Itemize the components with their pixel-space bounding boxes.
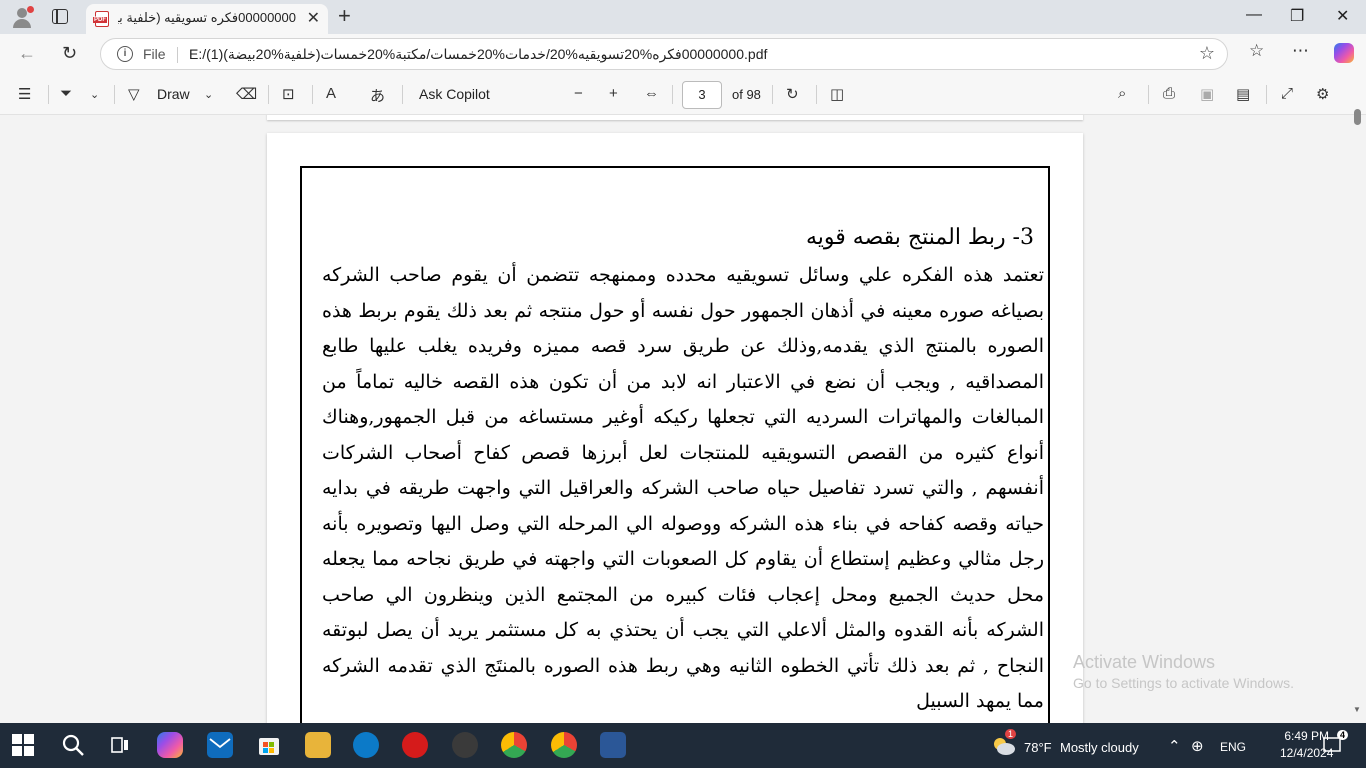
settings-gear-icon[interactable]: ⚙ bbox=[1316, 85, 1329, 103]
refresh-icon[interactable]: ↻ bbox=[62, 43, 77, 64]
translate-icon[interactable]: あ bbox=[370, 85, 385, 106]
contents-icon[interactable]: ☰ bbox=[18, 85, 31, 103]
copilot-taskbar-icon[interactable] bbox=[157, 732, 183, 758]
minimize-button[interactable]: — bbox=[1246, 6, 1262, 24]
page-count: of 98 bbox=[732, 87, 761, 102]
weather-badge: 1 bbox=[1005, 729, 1017, 739]
pdf-page: 3- ربط المنتج بقصه قويه تعتمد هذه الفكره… bbox=[267, 133, 1083, 723]
ask-copilot-button[interactable]: Ask Copilot bbox=[419, 86, 490, 102]
mail-icon[interactable] bbox=[207, 732, 233, 758]
word-icon[interactable] bbox=[600, 732, 626, 758]
profile-icon[interactable] bbox=[10, 6, 34, 28]
document-body: 3- ربط المنتج بقصه قويه تعتمد هذه الفكره… bbox=[322, 225, 1044, 720]
favorites-icon[interactable]: ☆ bbox=[1249, 41, 1264, 61]
activation-watermark: Activate Windows Go to Settings to activ… bbox=[1073, 652, 1294, 691]
task-view-icon[interactable] bbox=[107, 732, 133, 758]
zoom-out-icon[interactable]: − bbox=[574, 85, 583, 102]
taskbar: 1 78°F Mostly cloudy ⌃ ⊕ ENG 6:49 PM 12/… bbox=[0, 723, 1366, 768]
highlight-icon[interactable]: ⏷ bbox=[60, 85, 72, 102]
maximize-button[interactable]: ❐ bbox=[1290, 6, 1304, 26]
new-tab-button[interactable]: + bbox=[338, 3, 351, 29]
address-bar[interactable]: i File E:/(1)(خلفية%20بيضة)00000000فكره%… bbox=[100, 38, 1228, 70]
address-row: ← ↻ i File E:/(1)(خلفية%20بيضة)00000000ف… bbox=[0, 34, 1366, 74]
obs-icon[interactable] bbox=[452, 732, 478, 758]
text-box-icon[interactable]: ⊡ bbox=[282, 85, 295, 103]
search-taskbar-icon[interactable] bbox=[60, 732, 86, 758]
draw-dropdown-icon[interactable]: ⌄ bbox=[204, 88, 213, 101]
page-number-input[interactable]: 3 bbox=[682, 81, 722, 109]
title-bar: 00000000فكره تسويقيه (خلفية بيضاء) ✕ + —… bbox=[0, 0, 1366, 34]
pdf-viewer[interactable]: 3- ربط المنتج بقصه قويه تعتمد هذه الفكره… bbox=[0, 115, 1366, 723]
save-icon[interactable]: ▣ bbox=[1200, 85, 1214, 103]
tab-title: 00000000فكره تسويقيه (خلفية بيضاء) bbox=[118, 10, 296, 25]
search-icon[interactable]: ⌕ bbox=[1118, 85, 1126, 102]
rotate-icon[interactable]: ↻ bbox=[786, 85, 799, 103]
store-icon[interactable] bbox=[256, 732, 282, 758]
vertical-scrollbar[interactable]: ▲ ▼ bbox=[1348, 109, 1366, 723]
page-view-icon[interactable]: ◫ bbox=[830, 85, 844, 103]
chrome-icon[interactable] bbox=[551, 732, 577, 758]
notifications-count: 4 bbox=[1337, 730, 1349, 740]
tab-pdf[interactable]: 00000000فكره تسويقيه (خلفية بيضاء) ✕ bbox=[86, 4, 328, 34]
url-text[interactable]: E:/(1)(خلفية%20بيضة)00000000فكره%20تسويق… bbox=[189, 46, 767, 63]
section-paragraph: تعتمد هذه الفكره علي وسائل تسويقيه محدده… bbox=[322, 264, 1045, 712]
language-indicator[interactable]: ENG bbox=[1220, 740, 1246, 754]
windows-start-icon[interactable] bbox=[12, 734, 34, 756]
chevron-up-icon[interactable]: ⌃ bbox=[1168, 737, 1181, 755]
edge-browser-icon[interactable] bbox=[353, 732, 379, 758]
scheme-label: File bbox=[143, 46, 166, 62]
print-icon[interactable]: ⎙ bbox=[1163, 85, 1175, 102]
erase-icon[interactable]: ⌫ bbox=[236, 85, 257, 103]
close-button[interactable]: ✕ bbox=[1336, 6, 1349, 26]
network-icon[interactable]: ⊕ bbox=[1191, 737, 1204, 755]
pdf-icon bbox=[93, 11, 109, 27]
draw-icon[interactable]: ▽ bbox=[128, 85, 140, 103]
pdf-toolbar: ☰ ⏷ ⌄ ▽ Draw ⌄ ⌫ ⊡ A あ Ask Copilot − + ⇔… bbox=[0, 74, 1366, 115]
draw-button[interactable]: Draw bbox=[157, 86, 190, 102]
info-icon[interactable]: i bbox=[117, 46, 133, 62]
opera-icon[interactable] bbox=[402, 732, 428, 758]
watermark-title: Activate Windows bbox=[1073, 652, 1216, 672]
save-as-icon[interactable]: ▤ bbox=[1236, 85, 1250, 103]
copilot-icon[interactable] bbox=[1334, 43, 1354, 63]
more-options-icon[interactable]: ⋯ bbox=[1292, 41, 1309, 61]
scroll-thumb[interactable] bbox=[1354, 109, 1361, 125]
fit-page-icon[interactable]: ⇔ bbox=[644, 85, 659, 102]
zoom-in-icon[interactable]: + bbox=[609, 85, 618, 102]
chrome-profile-icon[interactable] bbox=[501, 732, 527, 758]
section-heading: 3- ربط المنتج بقصه قويه bbox=[806, 225, 1034, 250]
back-icon[interactable]: ← bbox=[18, 43, 36, 64]
highlight-dropdown-icon[interactable]: ⌄ bbox=[90, 88, 99, 101]
weather-temp[interactable]: 78°F bbox=[1024, 740, 1052, 755]
previous-page bbox=[267, 115, 1083, 120]
read-aloud-icon[interactable]: A bbox=[326, 85, 336, 102]
favorite-star-icon[interactable]: ☆ bbox=[1199, 43, 1215, 64]
tab-close-icon[interactable]: ✕ bbox=[307, 8, 320, 28]
weather-text[interactable]: Mostly cloudy bbox=[1060, 740, 1139, 755]
tab-actions-icon[interactable] bbox=[52, 9, 68, 24]
divider bbox=[177, 47, 178, 63]
fullscreen-icon[interactable]: ⤢ bbox=[1281, 85, 1293, 102]
watermark-subtitle: Go to Settings to activate Windows. bbox=[1073, 675, 1294, 691]
file-explorer-icon[interactable] bbox=[305, 732, 331, 758]
scroll-down-icon[interactable]: ▼ bbox=[1353, 705, 1361, 714]
